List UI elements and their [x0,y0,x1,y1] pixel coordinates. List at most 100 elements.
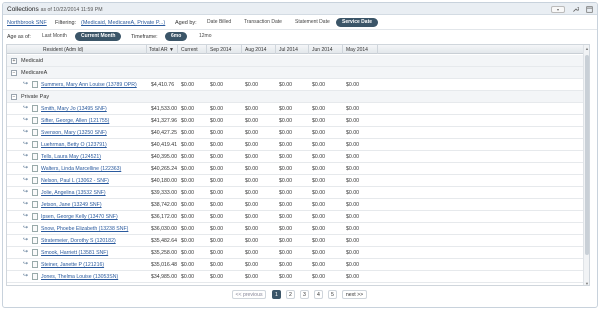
col-aug-2014[interactable]: Aug 2014 [245,47,266,53]
document-icon[interactable] [32,153,38,160]
link-arrow-icon[interactable]: ↪ [23,140,29,147]
resident-link[interactable]: Jones, Thelma Louise (13053SN) [41,274,118,280]
link-arrow-icon[interactable]: ↪ [23,200,29,207]
col-resident[interactable]: Resident (Adm Id) [43,47,83,53]
document-icon[interactable] [32,213,38,220]
link-arrow-icon[interactable]: ↪ [23,80,29,87]
group-row[interactable]: + Medicaid [7,55,589,67]
link-arrow-icon[interactable]: ↪ [23,116,29,123]
aged-by-statement-date[interactable]: Statement Date [289,18,336,27]
window-title-text: Collections [7,6,39,13]
resident-link[interactable]: Tells, Laura May (124521) [41,154,101,160]
aging-value: $0.00 [181,250,194,256]
link-arrow-icon[interactable]: ↪ [23,272,29,279]
age-current-month[interactable]: Current Month [75,32,122,41]
wrench-icon[interactable] [571,5,579,13]
group-row[interactable]: − MedicareA [7,67,589,79]
col-total-ar[interactable]: Total AR ▼ [149,47,174,53]
resident-link[interactable]: Nelson, Paul L (13062 - SNF) [41,178,109,184]
pager-previous[interactable]: << previous [232,290,266,299]
document-icon[interactable] [32,117,38,124]
document-icon[interactable] [32,201,38,208]
link-arrow-icon[interactable]: ↪ [23,224,29,231]
pager-page-4[interactable]: 4 [314,290,323,299]
resident-link[interactable]: Sifter, George, Allen (121755) [41,118,109,124]
resident-link[interactable]: Smith, Mary Jo (13495 SNF) [41,106,107,112]
link-arrow-icon[interactable]: ↪ [23,236,29,243]
document-icon[interactable] [32,177,38,184]
aging-value: $0.00 [181,82,194,88]
aged-by-service-date[interactable]: Service Date [336,18,379,27]
document-icon[interactable] [32,129,38,136]
link-arrow-icon[interactable]: ↪ [23,188,29,195]
resident-link[interactable]: Walters, Linda Marcelline (122363) [41,166,121,172]
resident-link[interactable]: Svenson, Mary (13250 SNF) [41,130,107,136]
pager-page-5[interactable]: 5 [328,290,337,299]
aging-value: $0.00 [312,142,325,148]
group-row[interactable]: − Private Pay [7,91,589,103]
link-arrow-icon[interactable]: ↪ [23,104,29,111]
link-arrow-icon[interactable]: ↪ [23,176,29,183]
pager-next[interactable]: next >> [342,290,367,299]
pager-page-2[interactable]: 2 [286,290,295,299]
total-ar-value: $36,172.00 [151,214,177,220]
aging-value: $0.00 [245,178,258,184]
document-icon[interactable] [32,261,38,268]
col-current[interactable]: Current [181,47,198,53]
document-icon[interactable] [32,189,38,196]
document-icon[interactable] [32,237,38,244]
resident-link[interactable]: Luehrman, Betty O (123791) [41,142,107,148]
group-toggle-icon[interactable]: − [11,94,17,100]
resident-link[interactable]: Stratemeier, Dorothy S (120182) [41,238,116,244]
document-icon[interactable] [32,273,38,280]
aging-value: $0.00 [245,262,258,268]
col-jun-2014[interactable]: Jun 2014 [312,47,333,53]
select-icon[interactable]: ▾ [551,5,565,13]
document-icon[interactable] [32,225,38,232]
resident-link[interactable]: Summers, Mary Ann Louise (13789 OPR) [41,82,137,88]
aging-value: $0.00 [312,190,325,196]
scroll-up-icon[interactable]: ▲ [584,46,589,51]
facility-link[interactable]: Northbrook SNF [7,20,47,26]
aging-value: $0.00 [346,130,359,136]
link-arrow-icon[interactable]: ↪ [23,152,29,159]
link-arrow-icon[interactable]: ↪ [23,248,29,255]
col-may-2014[interactable]: May 2014 [346,47,368,53]
link-arrow-icon[interactable]: ↪ [23,128,29,135]
total-ar-value: $40,180.00 [151,178,177,184]
group-toggle-icon[interactable]: − [11,70,17,76]
resident-link[interactable]: Steiner, Janette P (121216) [41,262,104,268]
pager-page-1[interactable]: 1 [272,290,281,299]
document-icon[interactable] [32,105,38,112]
group-toggle-icon[interactable]: + [11,58,17,64]
scroll-thumb[interactable] [585,55,589,255]
document-icon[interactable] [32,81,38,88]
grid-scrollbar[interactable]: ▲ ▼ [583,45,589,285]
age-last-month[interactable]: Last Month [36,32,73,41]
aging-value: $0.00 [181,154,194,160]
link-arrow-icon[interactable]: ↪ [23,164,29,171]
timeframe-12mo[interactable]: 12mo [193,32,218,41]
link-arrow-icon[interactable]: ↪ [23,212,29,219]
filtering-link[interactable]: (Medicaid, MedicareA, Private P...) [81,20,165,26]
total-ar-value: $41,533.00 [151,106,177,112]
timeframe-6mo[interactable]: 6mo [165,32,188,41]
document-icon[interactable] [32,249,38,256]
window-icon[interactable] [585,5,593,13]
link-arrow-icon[interactable]: ↪ [23,260,29,267]
col-sep-2014[interactable]: Sep 2014 [210,47,231,53]
document-icon[interactable] [32,141,38,148]
resident-link[interactable]: Ipsen, George Kelly (13470 SNF) [41,214,118,220]
pager-page-3[interactable]: 3 [300,290,309,299]
aged-by-date-billed[interactable]: Date Billed [201,18,237,27]
col-jul-2014[interactable]: Jul 2014 [279,47,298,53]
aging-value: $0.00 [245,226,258,232]
resident-link[interactable]: Jolie, Angelina (13532 SNF) [41,190,106,196]
resident-link[interactable]: Snow, Phoebe Elizabeth (13238 SNF) [41,226,128,232]
total-ar-value: $39,333.00 [151,190,177,196]
aged-by-transaction-date[interactable]: Transaction Date [238,18,288,27]
resident-link[interactable]: Jetson, Jane (13249 SNF) [41,202,102,208]
scroll-down-icon[interactable]: ▼ [584,281,589,285]
resident-link[interactable]: Smook, Harriett (13581 SNF) [41,250,108,256]
document-icon[interactable] [32,165,38,172]
